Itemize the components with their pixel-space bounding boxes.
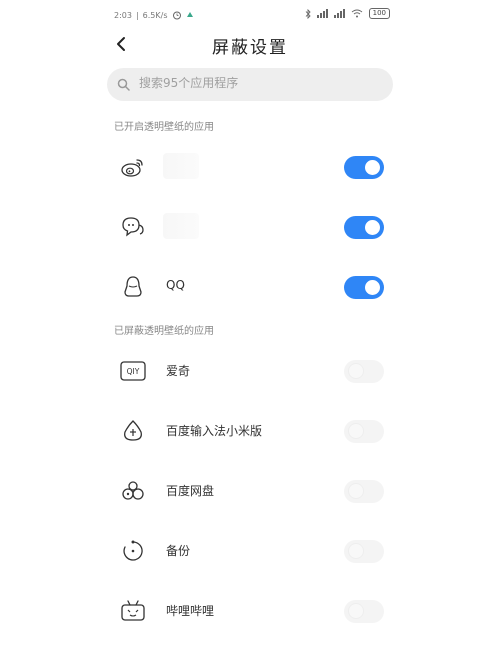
list-item-iqiyi: QIY 爱奇 [107,347,393,395]
status-divider: | [135,10,139,20]
battery-indicator: 100 [368,8,390,19]
toggle-switch[interactable] [344,480,384,503]
app-name-placeholder [163,153,199,179]
toggle-knob [365,280,380,295]
baidu-input-icon [124,420,142,441]
app-name-placeholder [163,213,199,239]
toggle-switch[interactable] [344,276,384,299]
app-name: 百度网盘 [166,484,215,498]
toggle-switch[interactable] [344,156,384,179]
toggle-knob [348,543,364,559]
chat-bubble-icon [122,217,144,237]
signal-2-icon [333,9,345,18]
toggle-switch[interactable] [344,540,384,563]
header: 屏蔽设置 [0,30,500,60]
toggle-knob [348,423,364,439]
search-bar[interactable] [107,68,393,101]
app-name: 备份 [166,544,191,558]
toggle-switch[interactable] [344,216,384,239]
qq-icon [124,276,142,297]
app-name: 哔哩哔哩 [166,604,215,618]
search-icon [117,78,130,91]
wifi-icon [351,9,362,18]
list-item-weibo [107,143,393,191]
status-net-speed: 6.5K/s [142,10,168,20]
toggle-switch[interactable] [344,600,384,623]
toggle-switch[interactable] [344,360,384,383]
signal-1-icon [316,9,328,18]
search-input[interactable] [139,76,379,90]
toggle-knob [365,220,380,235]
toggle-knob [348,363,364,379]
list-item-qq: QQ [107,263,393,311]
status-right: 100 [305,8,390,19]
toggle-knob [348,483,364,499]
list-item-chat [107,203,393,251]
bilibili-icon [121,600,145,621]
toggle-switch[interactable] [344,420,384,443]
status-time: 2:03 [114,10,132,20]
status-left: 2:03 | 6.5K/s [114,10,194,20]
list-item-baidu-input: 百度输入法小米版 [107,407,393,455]
backup-icon [123,540,143,561]
toggle-knob [348,603,364,619]
list-item-bilibili: 哔哩哔哩 [107,587,393,635]
baidu-netdisk-icon [122,481,144,500]
alarm-icon [172,11,181,20]
section-label-blocked: 已屏蔽透明壁纸的应用 [114,326,214,337]
svg-text:QIY: QIY [127,367,140,376]
app-name: 百度输入法小米版 [166,424,263,438]
app-name: 爱奇 [166,364,191,378]
page-title: 屏蔽设置 [212,38,288,58]
weibo-icon [121,159,143,177]
toggle-knob [365,160,380,175]
app-notification-icon [186,12,193,17]
status-bar: 2:03 | 6.5K/s 100 [0,0,500,28]
iqiyi-icon: QIY [120,361,146,381]
list-item-backup: 备份 [107,527,393,575]
section-label-enabled: 已开启透明壁纸的应用 [114,122,214,133]
app-name: QQ [166,278,185,292]
list-item-baidu-netdisk: 百度网盘 [107,467,393,515]
bluetooth-icon [305,8,311,19]
